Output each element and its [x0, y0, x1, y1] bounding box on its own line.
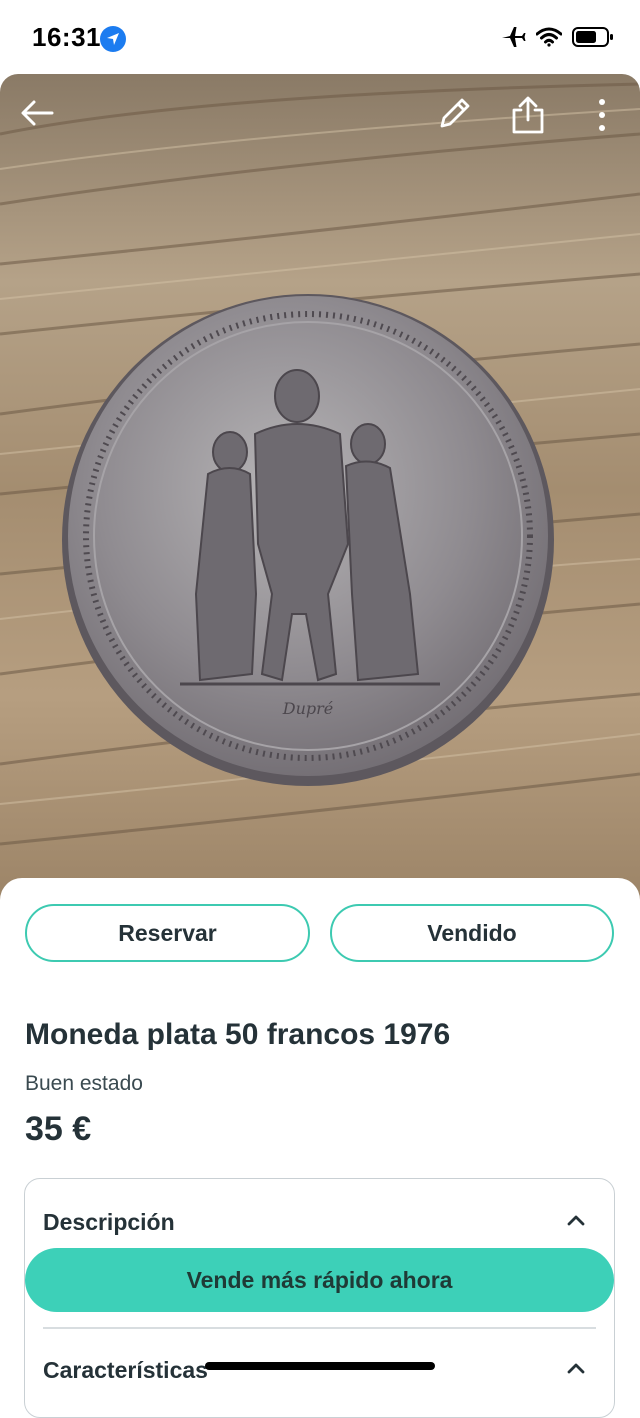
product-price: 35 € — [25, 1110, 92, 1148]
product-title: Moneda plata 50 francos 1976 — [25, 1018, 451, 1051]
share-icon[interactable] — [508, 94, 548, 141]
status-bar: 16:31 — [0, 0, 640, 76]
home-indicator — [205, 1362, 435, 1370]
battery-icon — [572, 26, 614, 53]
coin-image: Dupré — [0, 74, 640, 904]
reserve-button[interactable]: Reservar — [25, 904, 310, 962]
edit-icon[interactable] — [434, 94, 474, 139]
status-time: 16:31 — [32, 22, 101, 52]
product-photo[interactable]: Dupré — [0, 74, 640, 904]
product-condition: Buen estado — [25, 1072, 143, 1095]
airplane-icon — [500, 25, 526, 54]
sold-button[interactable]: Vendido — [330, 904, 614, 962]
chevron-up-icon[interactable] — [566, 1361, 586, 1380]
back-arrow-icon[interactable] — [18, 94, 56, 137]
location-icon — [100, 26, 126, 52]
product-details: Reservar Vendido Moneda plata 50 francos… — [0, 878, 640, 1418]
description-header[interactable]: Descripción — [43, 1209, 175, 1236]
features-header[interactable]: Características — [43, 1357, 208, 1384]
divider — [43, 1327, 596, 1329]
wifi-icon — [535, 27, 563, 52]
sell-faster-button[interactable]: Vende más rápido ahora — [25, 1248, 614, 1312]
svg-text:Dupré: Dupré — [282, 699, 334, 718]
more-vertical-icon[interactable] — [588, 94, 616, 139]
chevron-up-icon[interactable] — [566, 1213, 586, 1232]
